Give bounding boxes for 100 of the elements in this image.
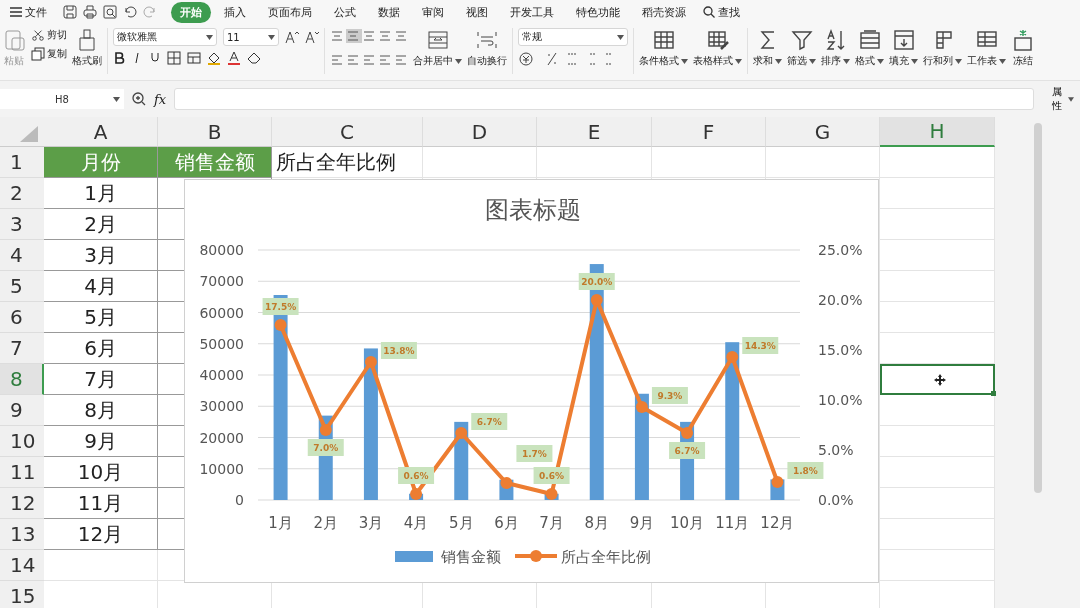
table-cell[interactable]: 所占全年比例 bbox=[272, 147, 423, 178]
row-header[interactable]: 5 bbox=[0, 271, 44, 302]
ribbon-command[interactable]: 条件格式 bbox=[639, 28, 688, 68]
scrollbar-thumb[interactable] bbox=[1033, 123, 1042, 493]
table-cell[interactable]: 3月 bbox=[44, 240, 158, 271]
undo-icon[interactable] bbox=[123, 5, 137, 19]
number-format-field[interactable]: 常规 bbox=[518, 28, 628, 46]
ribbon-command[interactable]: 冻结 bbox=[1011, 28, 1035, 68]
underline-icon[interactable] bbox=[149, 52, 161, 64]
fill-handle[interactable] bbox=[991, 391, 996, 396]
column-header[interactable]: H bbox=[880, 117, 995, 147]
column-header[interactable]: G bbox=[766, 117, 880, 147]
column-header[interactable]: F bbox=[652, 117, 766, 147]
print-preview-icon[interactable] bbox=[103, 5, 117, 19]
grid-cell[interactable] bbox=[766, 147, 880, 178]
column-header[interactable]: D bbox=[423, 117, 537, 147]
font-size-field[interactable]: 11 bbox=[223, 28, 279, 46]
grid-cell[interactable] bbox=[880, 271, 995, 302]
properties-button[interactable]: 属性 bbox=[1042, 84, 1080, 114]
row-header[interactable]: 8 bbox=[0, 364, 44, 395]
ribbon-command[interactable]: 格式 bbox=[855, 28, 884, 68]
grid-cell[interactable] bbox=[880, 178, 995, 209]
borders-icon[interactable] bbox=[167, 51, 181, 65]
ribbon-command[interactable]: 排序 bbox=[821, 28, 850, 68]
cut-button[interactable]: 剪切 bbox=[31, 28, 67, 42]
ribbon-tab[interactable]: 插入 bbox=[215, 1, 255, 23]
ribbon-tab[interactable]: 公式 bbox=[325, 1, 365, 23]
table-cell[interactable]: 10月 bbox=[44, 457, 158, 488]
table-cell[interactable]: 12月 bbox=[44, 519, 158, 550]
column-header[interactable]: A bbox=[44, 117, 158, 147]
file-menu[interactable]: 文件 bbox=[6, 2, 51, 22]
font-shrink-icon[interactable] bbox=[305, 30, 319, 44]
ribbon-command[interactable]: 筛选 bbox=[787, 28, 816, 68]
grid-cell[interactable] bbox=[880, 209, 995, 240]
grid-cell[interactable] bbox=[423, 147, 537, 178]
row-header[interactable]: 12 bbox=[0, 488, 44, 519]
ribbon-command[interactable]: 行和列 bbox=[923, 28, 962, 68]
cell-style-icon[interactable] bbox=[187, 51, 201, 65]
merge-center-button[interactable]: 合并居中 bbox=[413, 28, 462, 68]
ribbon-tab[interactable]: 稻壳资源 bbox=[633, 1, 695, 23]
font-field[interactable]: 微软雅黑 bbox=[113, 28, 217, 46]
table-cell[interactable]: 5月 bbox=[44, 302, 158, 333]
grid-cell[interactable] bbox=[880, 519, 995, 550]
grid-cell[interactable] bbox=[880, 395, 995, 426]
save-icon[interactable] bbox=[63, 5, 77, 19]
table-cell[interactable]: 7月 bbox=[44, 364, 158, 395]
ribbon-command[interactable]: 工作表 bbox=[967, 28, 1006, 68]
font-grow-icon[interactable] bbox=[285, 30, 299, 44]
grid-cell[interactable] bbox=[880, 426, 995, 457]
name-box[interactable]: H8 bbox=[0, 89, 124, 109]
ribbon-tab[interactable]: 特色功能 bbox=[567, 1, 629, 23]
grid-cell[interactable] bbox=[537, 147, 652, 178]
bold-icon[interactable] bbox=[113, 52, 125, 64]
zoom-icon[interactable] bbox=[132, 92, 146, 106]
copy-button[interactable]: 复制 bbox=[31, 47, 67, 61]
grid-cell[interactable] bbox=[880, 240, 995, 271]
column-header[interactable]: E bbox=[537, 117, 652, 147]
ribbon-tab[interactable]: 页面布局 bbox=[259, 1, 321, 23]
table-cell[interactable]: 11月 bbox=[44, 488, 158, 519]
eraser-icon[interactable] bbox=[247, 51, 261, 65]
table-cell[interactable]: 6月 bbox=[44, 333, 158, 364]
grid-cell[interactable] bbox=[880, 147, 995, 178]
grid-cell[interactable] bbox=[880, 457, 995, 488]
chart-area[interactable] bbox=[184, 179, 879, 583]
ribbon-command[interactable]: 表格样式 bbox=[693, 28, 742, 68]
row-header[interactable]: 7 bbox=[0, 333, 44, 364]
table-cell[interactable]: 9月 bbox=[44, 426, 158, 457]
grid-cell[interactable] bbox=[880, 550, 995, 581]
redo-icon[interactable] bbox=[143, 5, 157, 19]
vertical-scrollbar[interactable] bbox=[995, 117, 1080, 608]
print-icon[interactable] bbox=[83, 5, 97, 19]
row-header[interactable]: 15 bbox=[0, 581, 44, 608]
row-header[interactable]: 10 bbox=[0, 426, 44, 457]
function-label[interactable]: fx bbox=[154, 91, 167, 107]
ribbon-tab[interactable]: 审阅 bbox=[413, 1, 453, 23]
column-header[interactable]: B bbox=[158, 117, 272, 147]
font-color-icon[interactable] bbox=[227, 51, 241, 65]
selected-cell[interactable] bbox=[880, 364, 995, 395]
column-header[interactable]: C bbox=[272, 117, 423, 147]
table-cell[interactable]: 8月 bbox=[44, 395, 158, 426]
search-button[interactable]: 查找 bbox=[699, 2, 744, 22]
grid-cell[interactable] bbox=[652, 147, 766, 178]
row-header[interactable]: 6 bbox=[0, 302, 44, 333]
table-cell[interactable]: 4月 bbox=[44, 271, 158, 302]
row-header[interactable]: 3 bbox=[0, 209, 44, 240]
wrap-text-button[interactable]: 自动换行 bbox=[467, 28, 507, 68]
row-header[interactable]: 1 bbox=[0, 147, 44, 178]
select-all-icon[interactable] bbox=[20, 126, 38, 142]
row-header[interactable]: 14 bbox=[0, 550, 44, 581]
row-header[interactable]: 4 bbox=[0, 240, 44, 271]
fill-color-icon[interactable] bbox=[207, 51, 221, 65]
ribbon-command[interactable]: 求和 bbox=[753, 28, 782, 68]
grid-cell[interactable] bbox=[880, 488, 995, 519]
row-header[interactable]: 9 bbox=[0, 395, 44, 426]
ribbon-tab[interactable]: 视图 bbox=[457, 1, 497, 23]
table-cell[interactable]: 2月 bbox=[44, 209, 158, 240]
formula-input[interactable] bbox=[174, 88, 1034, 110]
format-painter-button[interactable]: 格式刷 bbox=[72, 28, 102, 68]
row-header[interactable]: 13 bbox=[0, 519, 44, 550]
ribbon-tab[interactable]: 数据 bbox=[369, 1, 409, 23]
